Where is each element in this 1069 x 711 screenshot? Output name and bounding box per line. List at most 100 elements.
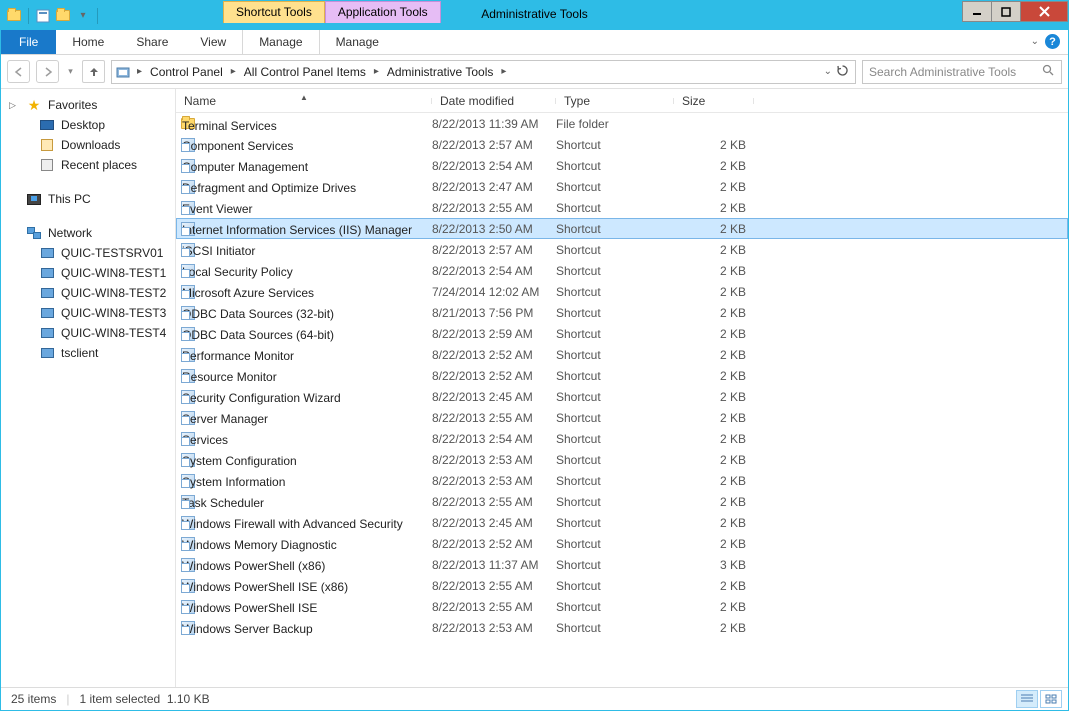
shortcut-icon: Windows PowerShell ISE: [180, 599, 196, 615]
file-row[interactable]: ODBC Data Sources (64-bit)8/22/2013 2:59…: [176, 323, 1068, 344]
nav-recent-dropdown[interactable]: ▾: [65, 66, 76, 77]
file-size: 2 KB: [674, 453, 750, 467]
file-size: 2 KB: [674, 390, 750, 404]
file-row[interactable]: Security Configuration Wizard8/22/2013 2…: [176, 386, 1068, 407]
file-row[interactable]: Server Manager8/22/2013 2:55 AMShortcut2…: [176, 407, 1068, 428]
file-size: 2 KB: [674, 600, 750, 614]
minimize-button[interactable]: [962, 1, 992, 22]
file-type: Shortcut: [556, 621, 674, 635]
file-row[interactable]: Event Viewer8/22/2013 2:55 AMShortcut2 K…: [176, 197, 1068, 218]
address-history-dropdown[interactable]: ⌄: [824, 66, 832, 77]
file-type: Shortcut: [556, 348, 674, 362]
expand-icon[interactable]: ▷: [9, 100, 20, 111]
column-date[interactable]: Date modified: [432, 94, 556, 108]
file-row[interactable]: ODBC Data Sources (32-bit)8/21/2013 7:56…: [176, 302, 1068, 323]
sidebar-favorites[interactable]: ▷ ★ Favorites: [1, 95, 175, 115]
ribbon-tab-home[interactable]: Home: [56, 30, 120, 54]
nav-back-button[interactable]: [7, 60, 30, 83]
app-icon[interactable]: [5, 7, 23, 25]
ribbon-tab-view[interactable]: View: [184, 30, 242, 54]
column-size[interactable]: Size: [674, 94, 754, 108]
file-type: Shortcut: [556, 600, 674, 614]
breadcrumb-control-panel[interactable]: Control Panel▸: [145, 63, 239, 81]
ribbon-tab-manage-application[interactable]: Manage: [319, 30, 395, 54]
file-type: Shortcut: [556, 138, 674, 152]
sidebar-item-network-computer[interactable]: QUIC-WIN8-TEST1: [1, 263, 175, 283]
file-type: Shortcut: [556, 159, 674, 173]
file-row[interactable]: System Information8/22/2013 2:53 AMShort…: [176, 470, 1068, 491]
file-row[interactable]: Windows PowerShell ISE (x86)8/22/2013 2:…: [176, 575, 1068, 596]
sidebar-item-network-computer[interactable]: QUIC-WIN8-TEST3: [1, 303, 175, 323]
file-date: 8/22/2013 2:53 AM: [432, 453, 556, 467]
sidebar-item-desktop[interactable]: Desktop: [1, 115, 175, 135]
sidebar-network[interactable]: ▷ Network: [1, 223, 175, 243]
ribbon-tab-manage-shortcut[interactable]: Manage: [242, 30, 318, 54]
ctx-tab-shortcut-tools[interactable]: Shortcut Tools: [223, 1, 325, 23]
sidebar-item-downloads[interactable]: Downloads: [1, 135, 175, 155]
nav-forward-button[interactable]: [36, 60, 59, 83]
file-row[interactable]: Windows Server Backup8/22/2013 2:53 AMSh…: [176, 617, 1068, 638]
file-type: Shortcut: [556, 306, 674, 320]
sidebar-this-pc[interactable]: ▷ This PC: [1, 189, 175, 209]
file-row[interactable]: Resource Monitor8/22/2013 2:52 AMShortcu…: [176, 365, 1068, 386]
sidebar-item-network-computer[interactable]: QUIC-WIN8-TEST4: [1, 323, 175, 343]
file-row[interactable]: Computer Management8/22/2013 2:54 AMShor…: [176, 155, 1068, 176]
sidebar-item-network-computer[interactable]: QUIC-WIN8-TEST2: [1, 283, 175, 303]
file-row[interactable]: Task Scheduler8/22/2013 2:55 AMShortcut2…: [176, 491, 1068, 512]
nav-bar: ▾ ▸ Control Panel▸ All Control Panel Ite…: [1, 55, 1068, 89]
ribbon-tab-share[interactable]: Share: [120, 30, 184, 54]
close-button[interactable]: [1020, 1, 1068, 22]
file-row[interactable]: Component Services8/22/2013 2:57 AMShort…: [176, 134, 1068, 155]
nav-up-button[interactable]: [82, 60, 105, 83]
file-row[interactable]: Microsoft Azure Services7/24/2014 12:02 …: [176, 281, 1068, 302]
file-row[interactable]: Defragment and Optimize Drives8/22/2013 …: [176, 176, 1068, 197]
view-details-button[interactable]: [1016, 690, 1038, 708]
sidebar-item-network-computer[interactable]: tsclient: [1, 343, 175, 363]
maximize-button[interactable]: [991, 1, 1021, 22]
qat-customize-icon[interactable]: ▾: [74, 7, 92, 25]
properties-icon[interactable]: [34, 7, 52, 25]
shortcut-icon: iSCSI Initiator: [180, 242, 196, 258]
file-row[interactable]: Windows PowerShell (x86)8/22/2013 11:37 …: [176, 554, 1068, 575]
file-date: 8/22/2013 2:54 AM: [432, 159, 556, 173]
address-bar[interactable]: ▸ Control Panel▸ All Control Panel Items…: [111, 60, 856, 84]
ribbon-expand-icon[interactable]: ⌄: [1031, 36, 1039, 47]
file-type: Shortcut: [556, 516, 674, 530]
shortcut-icon: Server Manager: [180, 410, 196, 426]
file-row[interactable]: Windows Firewall with Advanced Security8…: [176, 512, 1068, 533]
file-row[interactable]: System Configuration8/22/2013 2:53 AMSho…: [176, 449, 1068, 470]
file-row[interactable]: Performance Monitor8/22/2013 2:52 AMShor…: [176, 344, 1068, 365]
search-icon[interactable]: [1042, 64, 1055, 80]
column-name[interactable]: Name▲: [176, 94, 432, 108]
file-type: Shortcut: [556, 411, 674, 425]
breadcrumb-all-items[interactable]: All Control Panel Items▸: [239, 63, 382, 81]
search-box[interactable]: [862, 60, 1062, 84]
sidebar-item-network-computer[interactable]: QUIC-TESTSRV01: [1, 243, 175, 263]
ribbon-tab-file[interactable]: File: [1, 30, 56, 54]
file-row[interactable]: iSCSI Initiator8/22/2013 2:57 AMShortcut…: [176, 239, 1068, 260]
help-icon[interactable]: ?: [1045, 34, 1060, 49]
breadcrumb-root-arrow[interactable]: ▸: [134, 66, 145, 77]
file-row[interactable]: Services8/22/2013 2:54 AMShortcut2 KB: [176, 428, 1068, 449]
file-row[interactable]: Windows PowerShell ISE8/22/2013 2:55 AMS…: [176, 596, 1068, 617]
file-row[interactable]: Internet Information Services (IIS) Mana…: [176, 218, 1068, 239]
new-folder-icon[interactable]: [54, 7, 72, 25]
file-size: 2 KB: [674, 264, 750, 278]
search-input[interactable]: [869, 65, 1038, 79]
file-row[interactable]: Local Security Policy8/22/2013 2:54 AMSh…: [176, 260, 1068, 281]
ctx-tab-application-tools[interactable]: Application Tools: [325, 1, 441, 23]
file-type: Shortcut: [556, 558, 674, 572]
view-large-icons-button[interactable]: [1040, 690, 1062, 708]
file-size: 2 KB: [674, 327, 750, 341]
file-size: 2 KB: [674, 180, 750, 194]
file-row[interactable]: Terminal Services8/22/2013 11:39 AMFile …: [176, 113, 1068, 134]
column-type[interactable]: Type: [556, 94, 674, 108]
file-list[interactable]: Terminal Services8/22/2013 11:39 AMFile …: [176, 113, 1068, 638]
shortcut-icon: ODBC Data Sources (32-bit): [180, 305, 196, 321]
sidebar-item-recent-places[interactable]: Recent places: [1, 155, 175, 175]
file-row[interactable]: Windows Memory Diagnostic8/22/2013 2:52 …: [176, 533, 1068, 554]
content-pane: Name▲ Date modified Type Size Terminal S…: [176, 89, 1068, 689]
refresh-button[interactable]: [836, 64, 849, 80]
shortcut-icon: Windows Firewall with Advanced Security: [180, 515, 196, 531]
breadcrumb-admin-tools[interactable]: Administrative Tools▸: [382, 63, 510, 81]
